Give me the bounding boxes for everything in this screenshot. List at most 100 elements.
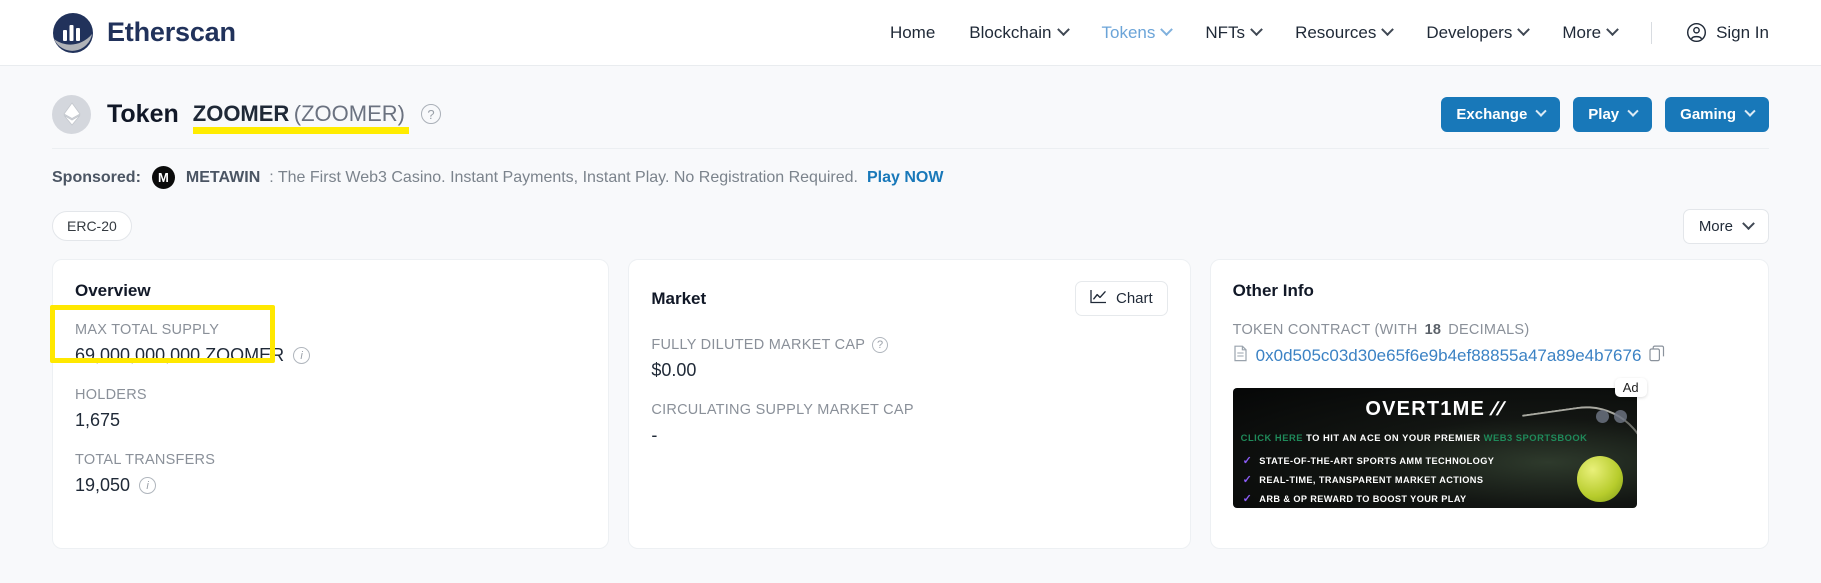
info-icon[interactable]: i — [293, 347, 311, 364]
nav-item-developers[interactable]: Developers — [1426, 23, 1531, 43]
ad-logo-mark-icon: // — [1488, 399, 1507, 420]
token-symbol: (ZOOMER) — [293, 101, 405, 126]
nav-item-label: NFTs — [1205, 22, 1246, 42]
token-contract-field: TOKEN CONTRACT (WITH 18 DECIMALS) 0x0d50… — [1233, 322, 1746, 367]
nav-item-label: More — [1562, 22, 1602, 42]
token-meta-row: ERC-20 More — [0, 205, 1821, 247]
total-transfers-value: 19,050 — [75, 475, 131, 495]
nav-item-label: Resources — [1295, 22, 1377, 42]
total-transfers-value-row: 19,050 i — [75, 475, 586, 496]
chevron-down-icon — [1250, 23, 1263, 37]
holders-value: 1,675 — [75, 410, 121, 430]
ad-badge: Ad — [1614, 378, 1647, 397]
play-button[interactable]: Play — [1573, 96, 1653, 132]
metawin-logo-glyph: M — [157, 170, 169, 185]
more-dropdown-button[interactable]: More — [1682, 208, 1769, 244]
question-mark-icon[interactable]: ? — [420, 104, 441, 124]
nav-item-label: Blockchain — [969, 22, 1052, 42]
fully-diluted-market-cap-field: FULLY DILUTED MARKET CAP ? $0.00 — [651, 337, 1167, 381]
ad-info-icon[interactable] — [1595, 410, 1609, 423]
overview-card-title: Overview — [75, 281, 151, 300]
ad-bullet-item: ✓ ARB & OP REWARD TO BOOST YOUR PLAY — [1243, 492, 1495, 505]
token-contract-label: TOKEN CONTRACT (WITH 18 DECIMALS) — [1233, 322, 1746, 338]
circulating-supply-market-cap-value: - — [651, 425, 658, 445]
ad-bullet-item: ✓ STATE-OF-THE-ART SPORTS AMM TECHNOLOGY — [1243, 454, 1495, 467]
person-circle-icon — [1686, 22, 1707, 43]
gaming-button[interactable]: Gaming — [1665, 96, 1769, 132]
other-info-card: Other Info TOKEN CONTRACT (WITH 18 DECIM… — [1209, 259, 1769, 549]
nav-item-label: Tokens — [1101, 22, 1156, 42]
fully-diluted-market-cap-label: FULLY DILUTED MARKET CAP — [651, 337, 866, 353]
token-contract-label-post: DECIMALS) — [1448, 322, 1530, 338]
total-transfers-label: TOTAL TRANSFERS — [75, 452, 216, 468]
token-standard-badge[interactable]: ERC-20 — [52, 211, 132, 241]
market-card-header: Market Chart — [651, 281, 1168, 316]
chevron-down-icon — [1517, 23, 1531, 37]
chevron-down-icon — [1056, 23, 1070, 37]
gaming-button-label: Gaming — [1680, 105, 1736, 123]
question-mark-icon[interactable]: ? — [872, 337, 889, 353]
token-contract-address-row: 0x0d505c03d30e65f6e9b4ef88855a47a89e4b76… — [1233, 345, 1746, 367]
token-header: Token ZOOMER (ZOOMER) ? Exchange Play Ga… — [0, 66, 1821, 138]
chevron-down-icon — [1535, 105, 1547, 117]
nav-divider — [1651, 21, 1653, 44]
holders-value-row: 1,675 — [75, 410, 586, 431]
advertisement-banner[interactable]: OVERT1ME// CLICK HERE TO HIT AN ACE ON Y… — [1232, 388, 1637, 508]
exchange-button[interactable]: Exchange — [1441, 96, 1561, 132]
max-total-supply-value-row: 69,000,000,000 ZOOMER i — [75, 345, 586, 366]
market-card-title: Market — [651, 288, 707, 308]
chevron-down-icon — [1381, 23, 1395, 37]
line-chart-icon — [1090, 289, 1107, 308]
ad-bullet-item: ✓ REAL-TIME, TRANSPARENT MARKET ACTIONS — [1243, 473, 1495, 486]
etherscan-logo-link[interactable]: Etherscan — [52, 12, 236, 54]
sponsored-cta-link[interactable]: Play NOW — [867, 169, 943, 187]
ad-close-icon[interactable] — [1613, 410, 1627, 423]
advertisement-container: OVERT1ME// CLICK HERE TO HIT AN ACE ON Y… — [1232, 378, 1647, 508]
sponsored-advertiser[interactable]: METAWIN — [186, 169, 260, 187]
nav-item-blockchain[interactable]: Blockchain — [969, 22, 1070, 43]
chart-button[interactable]: Chart — [1074, 281, 1168, 316]
nav-links: Home Blockchain Tokens NFTs Resources De… — [890, 21, 1769, 44]
nav-item-nfts[interactable]: NFTs — [1205, 22, 1263, 43]
other-info-card-title: Other Info — [1232, 281, 1314, 300]
sponsored-text: : The First Web3 Casino. Instant Payment… — [269, 168, 858, 186]
ethereum-diamond-icon — [52, 94, 91, 134]
etherscan-logo-icon — [52, 12, 94, 54]
ad-tagline-end: WEB3 SPORTSBOOK — [1483, 432, 1588, 443]
chevron-down-icon — [1606, 23, 1619, 37]
sign-in-label: Sign In — [1716, 22, 1769, 42]
nav-item-home[interactable]: Home — [890, 23, 935, 43]
check-icon: ✓ — [1242, 474, 1253, 486]
max-total-supply-label: MAX TOTAL SUPPLY — [75, 322, 220, 338]
circulating-supply-market-cap-label: CIRCULATING SUPPLY MARKET CAP — [651, 402, 914, 418]
nav-item-resources[interactable]: Resources — [1295, 22, 1395, 43]
max-total-supply-value: 69,000,000,000 ZOOMER — [75, 345, 285, 365]
token-contract-address[interactable]: 0x0d505c03d30e65f6e9b4ef88855a47a89e4b76… — [1256, 346, 1642, 366]
nav-item-more[interactable]: More — [1562, 22, 1619, 43]
holders-field: HOLDERS 1,675 — [75, 387, 586, 431]
market-card: Market Chart FULLY DILUTED MARKET CAP ? … — [628, 259, 1191, 549]
more-dropdown-label: More — [1698, 217, 1733, 235]
max-total-supply-field: MAX TOTAL SUPPLY 69,000,000,000 ZOOMER i — [75, 322, 586, 366]
chart-button-label: Chart — [1115, 290, 1153, 307]
check-icon: ✓ — [1242, 493, 1253, 505]
brand-name: Etherscan — [107, 17, 236, 47]
token-name-highlighted: ZOOMER (ZOOMER) — [192, 101, 409, 134]
token-contract-label-pre: TOKEN CONTRACT (WITH — [1232, 322, 1418, 338]
sponsored-banner: Sponsored: M METAWIN : The First Web3 Ca… — [0, 149, 1821, 205]
ad-tagline: CLICK HERE TO HIT AN ACE ON YOUR PREMIER… — [1241, 432, 1629, 443]
sign-in-button[interactable]: Sign In — [1686, 22, 1769, 43]
chevron-down-icon — [1627, 105, 1639, 117]
other-info-card-header: Other Info — [1233, 281, 1746, 301]
fully-diluted-market-cap-label-row: FULLY DILUTED MARKET CAP ? — [651, 337, 1167, 353]
holders-label: HOLDERS — [75, 387, 147, 403]
fully-diluted-market-cap-value: $0.00 — [651, 360, 697, 380]
info-icon[interactable]: i — [139, 477, 157, 494]
chevron-down-icon — [1742, 216, 1755, 230]
yellow-highlight-underline — [192, 127, 409, 134]
ad-bullet-label: STATE-OF-THE-ART SPORTS AMM TECHNOLOGY — [1259, 455, 1495, 466]
circulating-supply-market-cap-field: CIRCULATING SUPPLY MARKET CAP - — [651, 402, 1167, 446]
copy-icon[interactable] — [1649, 345, 1665, 367]
play-button-label: Play — [1588, 105, 1620, 123]
nav-item-tokens[interactable]: Tokens — [1101, 22, 1174, 43]
